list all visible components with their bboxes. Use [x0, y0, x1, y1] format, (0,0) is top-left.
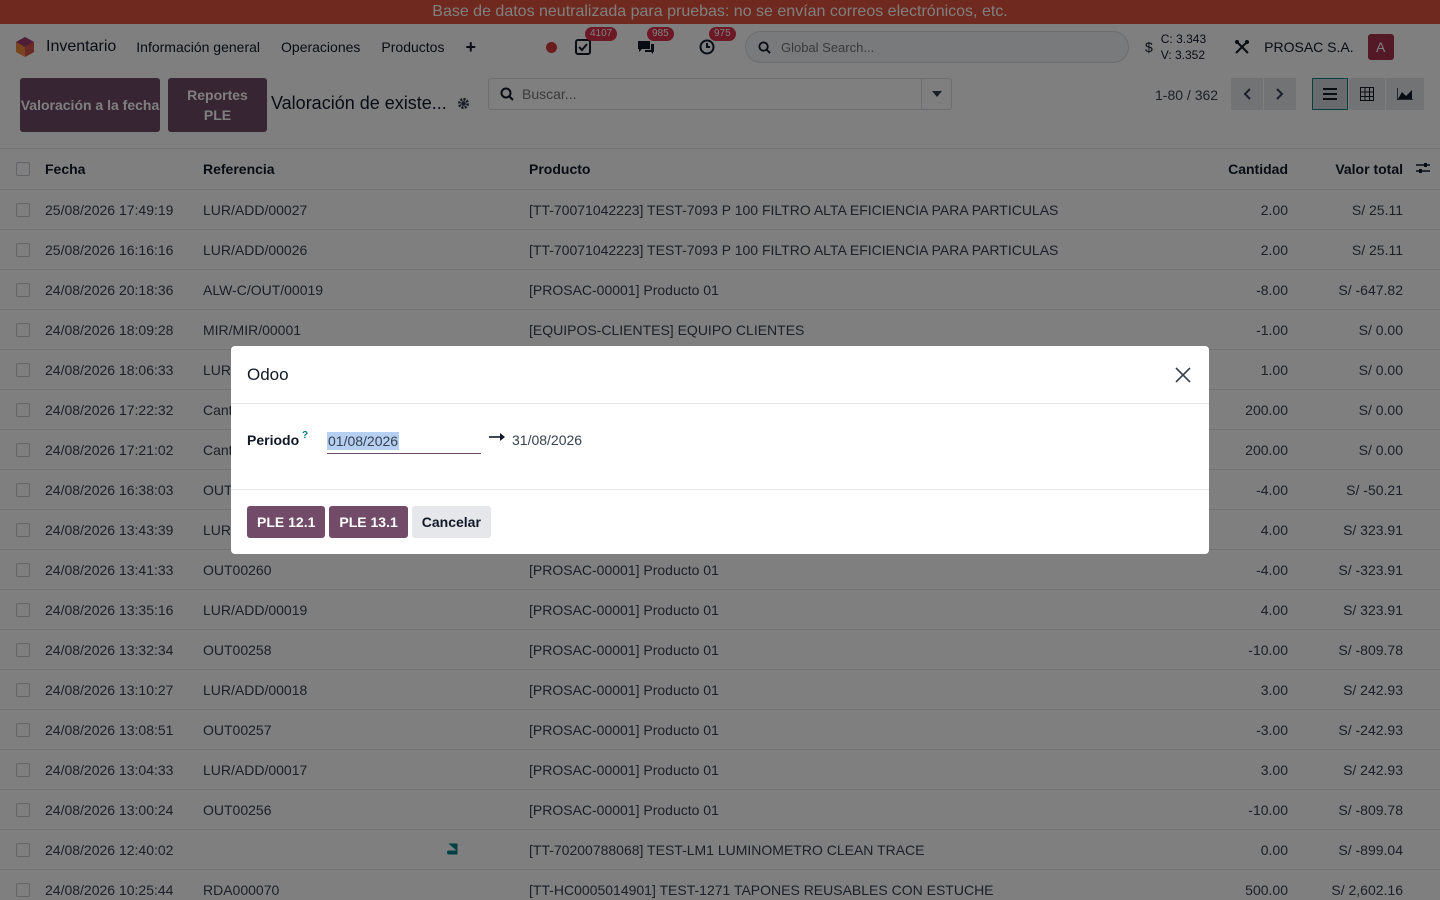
- dialog-footer: PLE 12.1 PLE 13.1 Cancelar: [231, 490, 1209, 554]
- date-to-value[interactable]: 31/08/2026: [512, 432, 582, 448]
- period-label: Periodo: [247, 432, 300, 448]
- ple-report-dialog: Odoo Periodo ? 01/08/2026 31/08/2026 PLE…: [231, 346, 1209, 554]
- cancel-button[interactable]: Cancelar: [411, 506, 491, 538]
- help-tooltip-icon[interactable]: ?: [302, 430, 308, 441]
- ple-13-1-button[interactable]: PLE 13.1: [329, 506, 408, 538]
- ple-12-1-button[interactable]: PLE 12.1: [247, 506, 326, 538]
- dialog-title: Odoo: [247, 364, 289, 384]
- arrow-right-icon: [489, 433, 505, 441]
- date-from-value: 01/08/2026: [327, 432, 400, 450]
- dialog-header: Odoo: [231, 346, 1209, 404]
- dialog-body: Periodo ? 01/08/2026 31/08/2026: [231, 404, 1209, 490]
- close-icon[interactable]: [1173, 365, 1193, 385]
